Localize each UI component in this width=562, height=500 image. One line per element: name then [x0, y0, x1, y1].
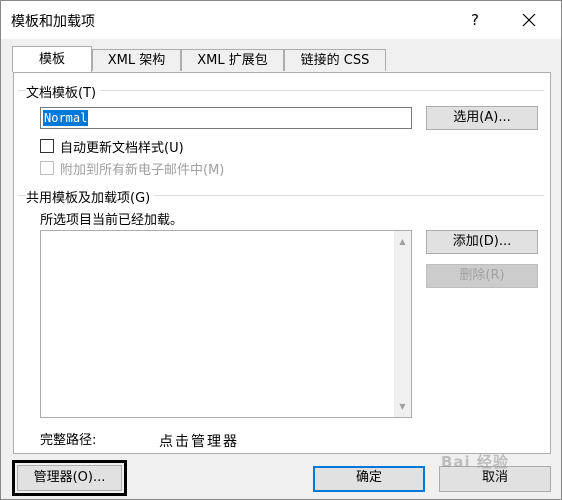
dialog-title: 模板和加载项	[11, 14, 95, 30]
templates-and-addins-dialog: 模板和加载项 ? 模板 XML 架构 XML 扩展包 链接的 CSS 文档模板(…	[0, 0, 562, 500]
attach-email-label: 附加到所有新电子邮件中(M)	[60, 163, 225, 178]
annotation-click-organizer: 点击管理器	[159, 434, 239, 450]
global-templates-list[interactable]: ▲ ▼	[40, 230, 412, 418]
attach-email-checkbox	[40, 161, 54, 175]
global-templates-label: 共用模板及加载项(G)	[26, 187, 155, 206]
tab-xml-schema[interactable]: XML 架构	[92, 49, 181, 71]
title-bar: 模板和加载项 ?	[1, 1, 561, 39]
tab-linked-css[interactable]: 链接的 CSS	[284, 49, 386, 71]
scroll-down-icon[interactable]: ▼	[394, 398, 411, 415]
full-path-label: 完整路径:	[40, 433, 97, 448]
list-scrollbar[interactable]: ▲ ▼	[394, 231, 411, 417]
choose-template-button[interactable]: 选用(A)...	[426, 106, 538, 130]
scroll-up-icon[interactable]: ▲	[394, 233, 411, 250]
document-template-input[interactable]: Normal	[40, 107, 412, 129]
remove-template-button: 删除(R)	[426, 264, 538, 288]
document-template-value: Normal	[43, 110, 89, 126]
help-icon[interactable]: ?	[463, 9, 487, 31]
baidu-watermark: Bai 经验	[441, 453, 509, 471]
ok-button[interactable]: 确定	[313, 466, 425, 492]
close-icon[interactable]	[517, 8, 541, 32]
tab-panel: 文档模板(T) Normal 选用(A)... 自动更新文档样式(U) 附加到所…	[13, 72, 551, 454]
document-template-label: 文档模板(T)	[26, 82, 101, 101]
loaded-items-description: 所选项目当前已经加载。	[40, 213, 184, 228]
tab-templates[interactable]: 模板	[12, 46, 92, 72]
tab-xml-expansion-packs[interactable]: XML 扩展包	[181, 49, 284, 71]
auto-update-checkbox[interactable]	[40, 139, 54, 153]
auto-update-label: 自动更新文档样式(U)	[60, 141, 184, 156]
organizer-button[interactable]: 管理器(O)...	[17, 465, 122, 491]
add-template-button[interactable]: 添加(D)...	[426, 230, 538, 254]
